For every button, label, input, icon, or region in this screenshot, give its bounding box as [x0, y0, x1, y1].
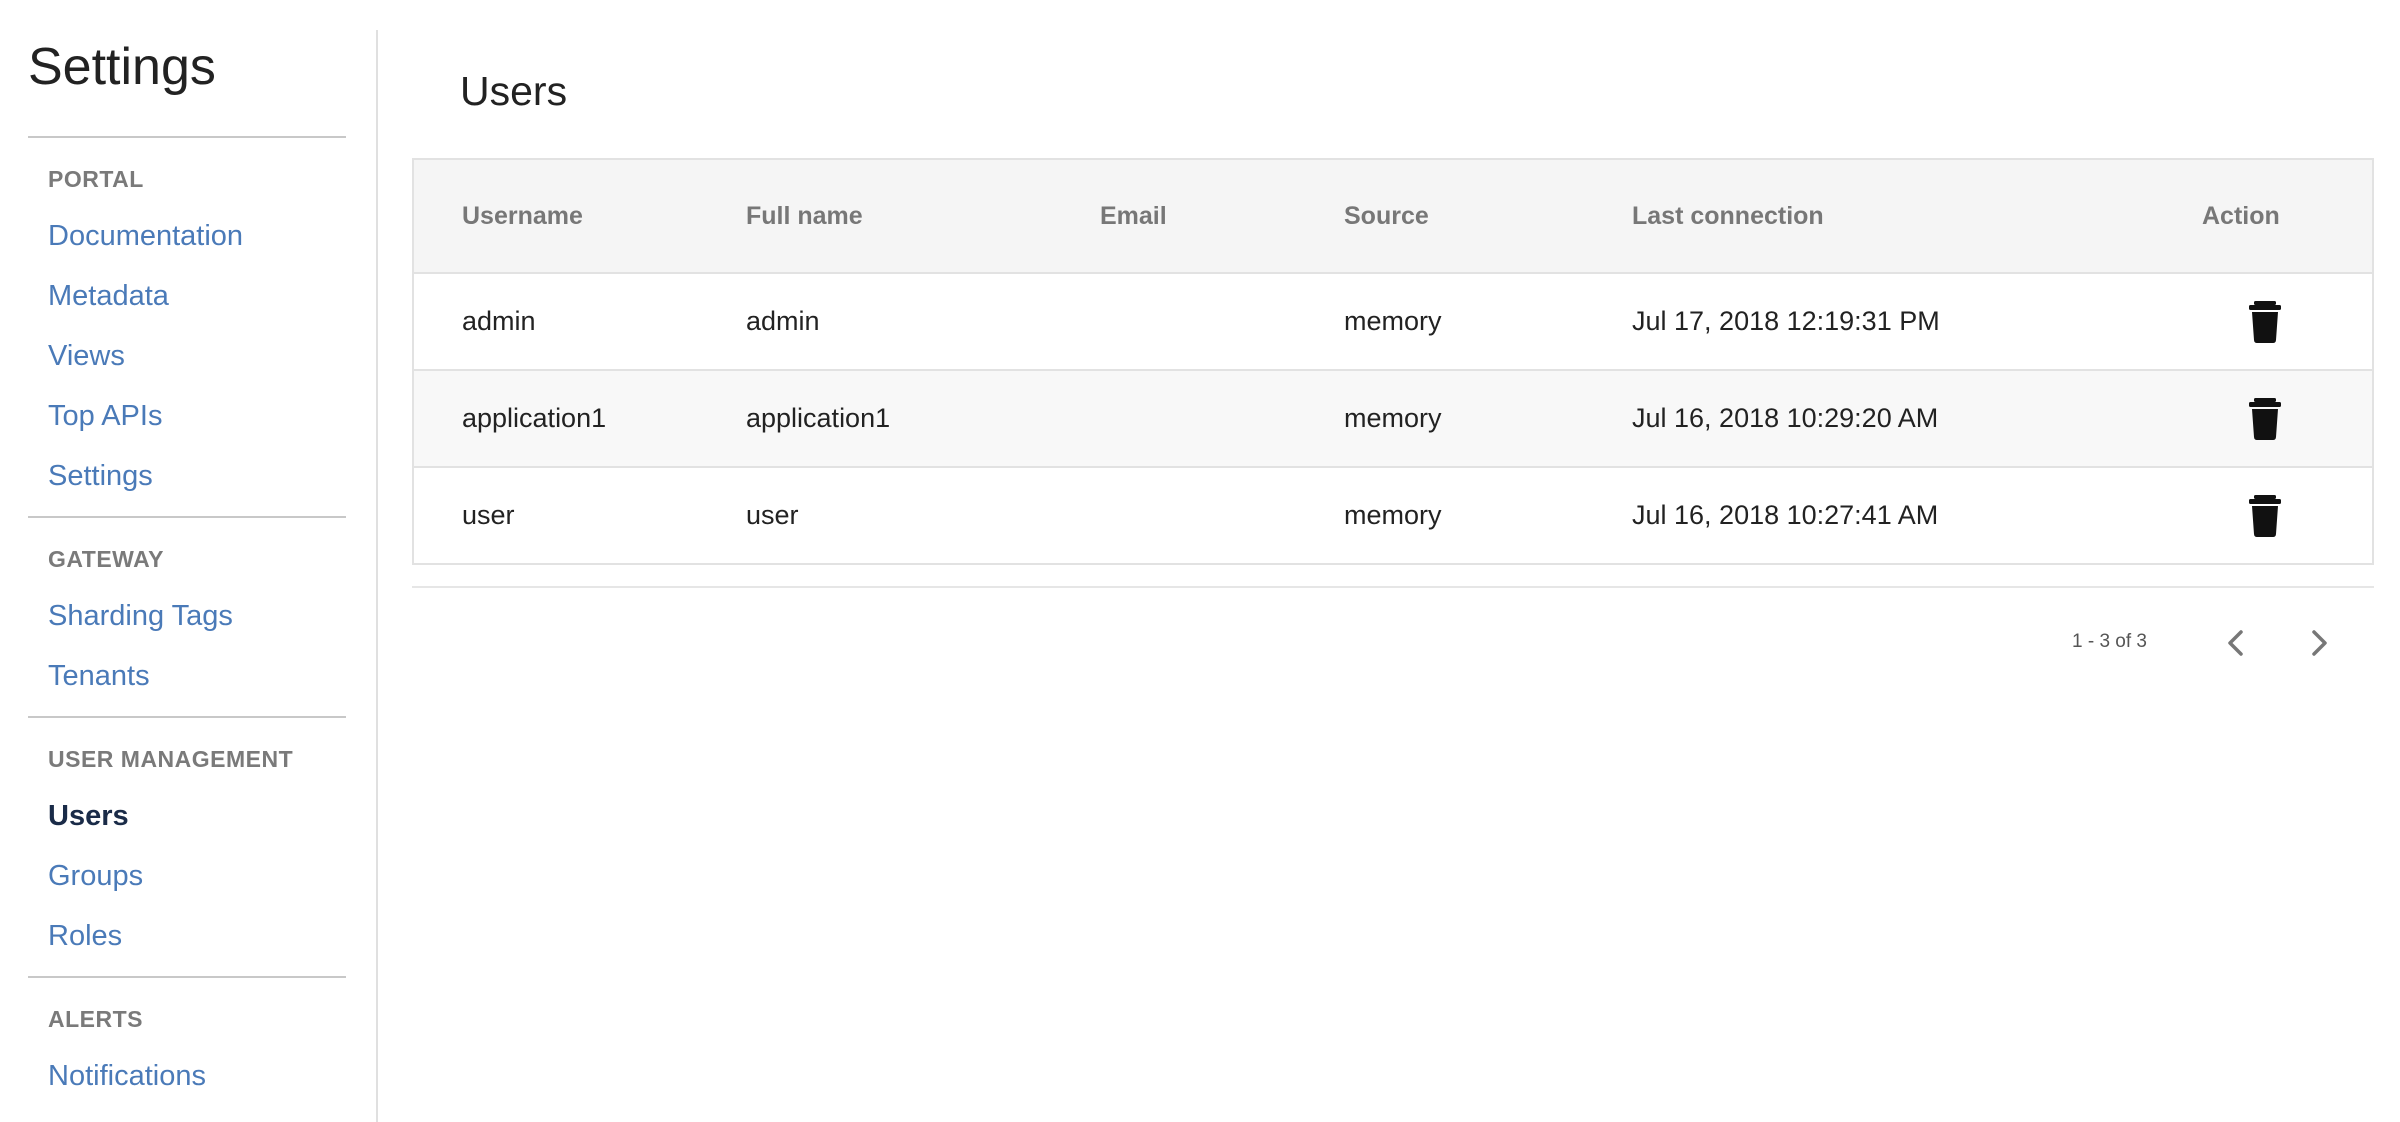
previous-page-button[interactable]	[2219, 625, 2255, 661]
sidebar-title: Settings	[28, 38, 216, 96]
column-header-username[interactable]: Username	[462, 160, 583, 272]
users-table: Username Full name Email Source Last con…	[412, 158, 2374, 565]
table-header: Username Full name Email Source Last con…	[414, 160, 2372, 274]
trash-icon	[2249, 301, 2281, 343]
table-footer-divider	[412, 586, 2374, 588]
cell-source: memory	[1344, 306, 1442, 336]
column-header-action: Action	[2202, 202, 2280, 230]
sidebar-item-groups[interactable]: Groups	[48, 860, 143, 893]
cell-full-name: user	[746, 500, 799, 530]
sidebar-item-tenants[interactable]: Tenants	[48, 660, 150, 693]
page-title: Users	[460, 68, 568, 114]
section-header-portal: PORTAL	[48, 166, 144, 192]
sidebar-divider	[28, 136, 346, 138]
chevron-left-icon	[2228, 630, 2243, 656]
cell-last-connection: Jul 17, 2018 12:19:31 PM	[1632, 306, 1940, 336]
cell-full-name: admin	[746, 306, 820, 336]
sidebar-item-users[interactable]: Users	[48, 800, 129, 833]
cell-username: application1	[462, 403, 607, 433]
sidebar-item-settings[interactable]: Settings	[48, 460, 153, 493]
delete-user-button[interactable]	[2245, 398, 2285, 440]
section-header-alerts: ALERTS	[48, 1006, 143, 1032]
settings-page: Settings PORTAL Documentation Metadata V…	[0, 0, 2400, 1122]
cell-full-name: application1	[746, 403, 891, 433]
sidebar-item-notifications[interactable]: Notifications	[48, 1060, 206, 1093]
sidebar-divider	[28, 976, 346, 978]
cell-last-connection: Jul 16, 2018 10:27:41 AM	[1632, 500, 1939, 530]
chevron-right-icon	[2312, 630, 2327, 656]
section-header-gateway: GATEWAY	[48, 546, 164, 572]
cell-source: memory	[1344, 500, 1442, 530]
sidebar-item-metadata[interactable]: Metadata	[48, 280, 169, 313]
column-header-last-connection[interactable]: Last connection	[1632, 160, 1824, 272]
trash-icon	[2249, 398, 2281, 440]
column-header-source[interactable]: Source	[1344, 160, 1429, 272]
cell-last-connection: Jul 16, 2018 10:29:20 AM	[1632, 403, 1939, 433]
sidebar-item-sharding-tags[interactable]: Sharding Tags	[48, 600, 233, 633]
table-row[interactable]: admin admin memory Jul 17, 2018 12:19:31…	[414, 274, 2372, 371]
cell-username: admin	[462, 306, 536, 336]
column-header-email[interactable]: Email	[1100, 160, 1167, 272]
section-header-user-management: USER MANAGEMENT	[48, 746, 294, 772]
cell-source: memory	[1344, 403, 1442, 433]
settings-sidebar: Settings PORTAL Documentation Metadata V…	[0, 30, 378, 1122]
sidebar-item-top-apis[interactable]: Top APIs	[48, 400, 162, 433]
column-header-full-name[interactable]: Full name	[746, 160, 863, 272]
sidebar-divider	[28, 516, 346, 518]
delete-user-button[interactable]	[2245, 301, 2285, 343]
trash-icon	[2249, 495, 2281, 537]
table-row[interactable]: user user memory Jul 16, 2018 10:27:41 A…	[414, 468, 2372, 563]
pagination-range: 1 - 3 of 3	[2072, 631, 2147, 652]
sidebar-item-documentation[interactable]: Documentation	[48, 220, 243, 253]
sidebar-item-views[interactable]: Views	[48, 340, 125, 373]
table-row[interactable]: application1 application1 memory Jul 16,…	[414, 371, 2372, 468]
next-page-button[interactable]	[2300, 625, 2336, 661]
sidebar-divider	[28, 716, 346, 718]
delete-user-button[interactable]	[2245, 495, 2285, 537]
sidebar-item-roles[interactable]: Roles	[48, 920, 122, 953]
cell-username: user	[462, 500, 515, 530]
